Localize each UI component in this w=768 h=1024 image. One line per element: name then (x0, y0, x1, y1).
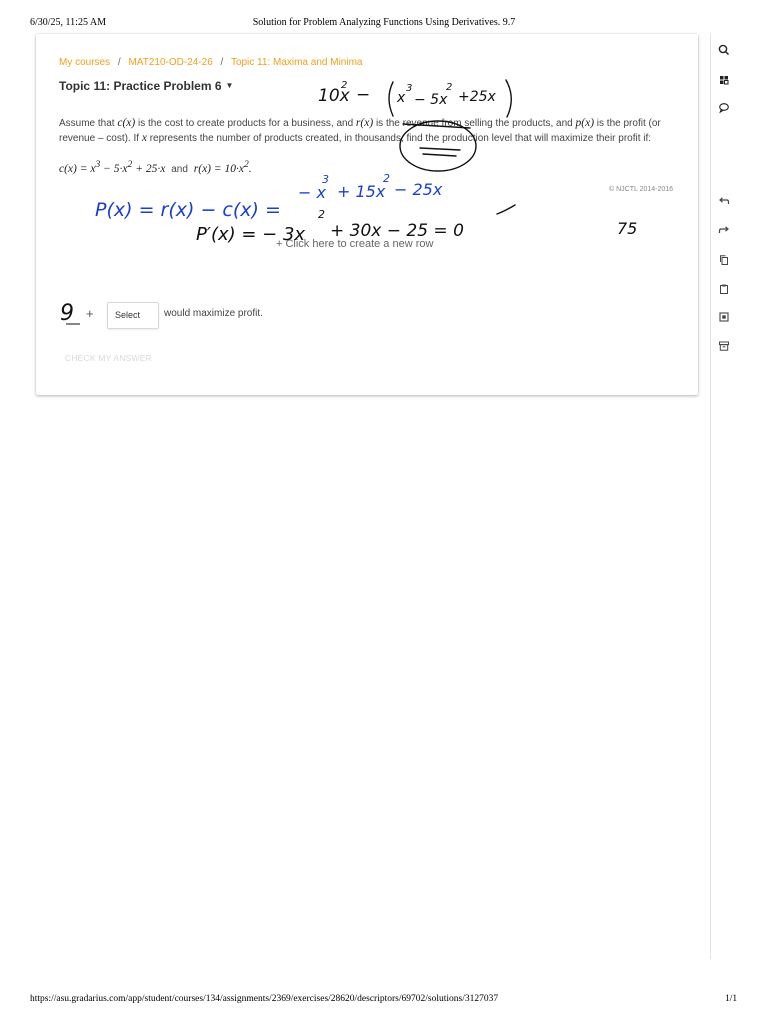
formula-r-end: . (248, 162, 252, 175)
copy-icon[interactable] (717, 253, 731, 267)
math-px: p(x) (575, 117, 595, 129)
problem-text: represents the number of products create… (146, 133, 652, 144)
formula-c-mid: − 5·x (100, 162, 128, 175)
breadcrumb-topic[interactable]: Topic 11: Maxima and Minima (231, 57, 363, 68)
math-cx: c(x) (117, 117, 136, 129)
breadcrumb-my-courses[interactable]: My courses (59, 57, 110, 68)
problem-text: is the revenue from selling the products… (373, 118, 576, 129)
problem-statement: Assume that c(x) is the cost to create p… (59, 116, 679, 146)
problem-formula: c(x) = x3 − 5·x2 + 25·x and r(x) = 10·x2… (59, 159, 252, 175)
check-answer-button[interactable]: CHECK MY ANSWER (65, 353, 152, 363)
archive-icon[interactable] (717, 339, 731, 353)
copyright: © NJCTL 2014-2016 (609, 186, 674, 193)
print-header: 6/30/25, 11:25 AM Solution for Problem A… (0, 17, 768, 31)
print-url: https://asu.gradarius.com/app/student/co… (30, 994, 499, 1004)
print-footer: https://asu.gradarius.com/app/student/co… (0, 994, 768, 1008)
problem-title: Topic 11: Practice Problem 6 (59, 79, 222, 93)
formula-c-end: + 25·x (132, 162, 166, 175)
math-rx: r(x) (355, 117, 374, 129)
problem-text: Assume that (59, 118, 118, 129)
grid-icon[interactable] (717, 73, 731, 87)
search-icon[interactable] (717, 43, 731, 57)
breadcrumb-separator: / (220, 57, 224, 68)
formula-r: r(x) = 10·x (193, 162, 244, 175)
answer-select[interactable]: Select (107, 302, 159, 329)
create-new-row-button[interactable]: + Click here to create a new row (276, 238, 433, 250)
problem-text: is the cost to create products for a bus… (135, 118, 356, 129)
answer-suffix-text: would maximize profit. (164, 308, 263, 319)
problem-title-dropdown[interactable]: Topic 11: Practice Problem 6 ▼ (59, 79, 233, 93)
formula-c: c(x) = x (59, 162, 96, 175)
redo-icon[interactable] (717, 223, 731, 237)
comment-icon[interactable] (717, 101, 731, 115)
tool-sidebar (710, 34, 735, 959)
paste-icon[interactable] (717, 282, 731, 296)
caret-down-icon: ▼ (225, 81, 234, 90)
formula-and: and (171, 163, 188, 175)
print-page-number: 1/1 (725, 994, 738, 1004)
print-title: Solution for Problem Analyzing Functions… (252, 17, 516, 28)
breadcrumb: My courses / MAT210-OD-24-26 / Topic 11:… (59, 57, 362, 68)
problem-card: My courses / MAT210-OD-24-26 / Topic 11:… (36, 34, 698, 395)
screenshot-icon[interactable] (717, 310, 731, 324)
breadcrumb-course[interactable]: MAT210-OD-24-26 (128, 57, 212, 68)
add-button[interactable]: + (86, 306, 94, 321)
breadcrumb-separator: / (117, 57, 121, 68)
undo-icon[interactable] (717, 194, 731, 208)
